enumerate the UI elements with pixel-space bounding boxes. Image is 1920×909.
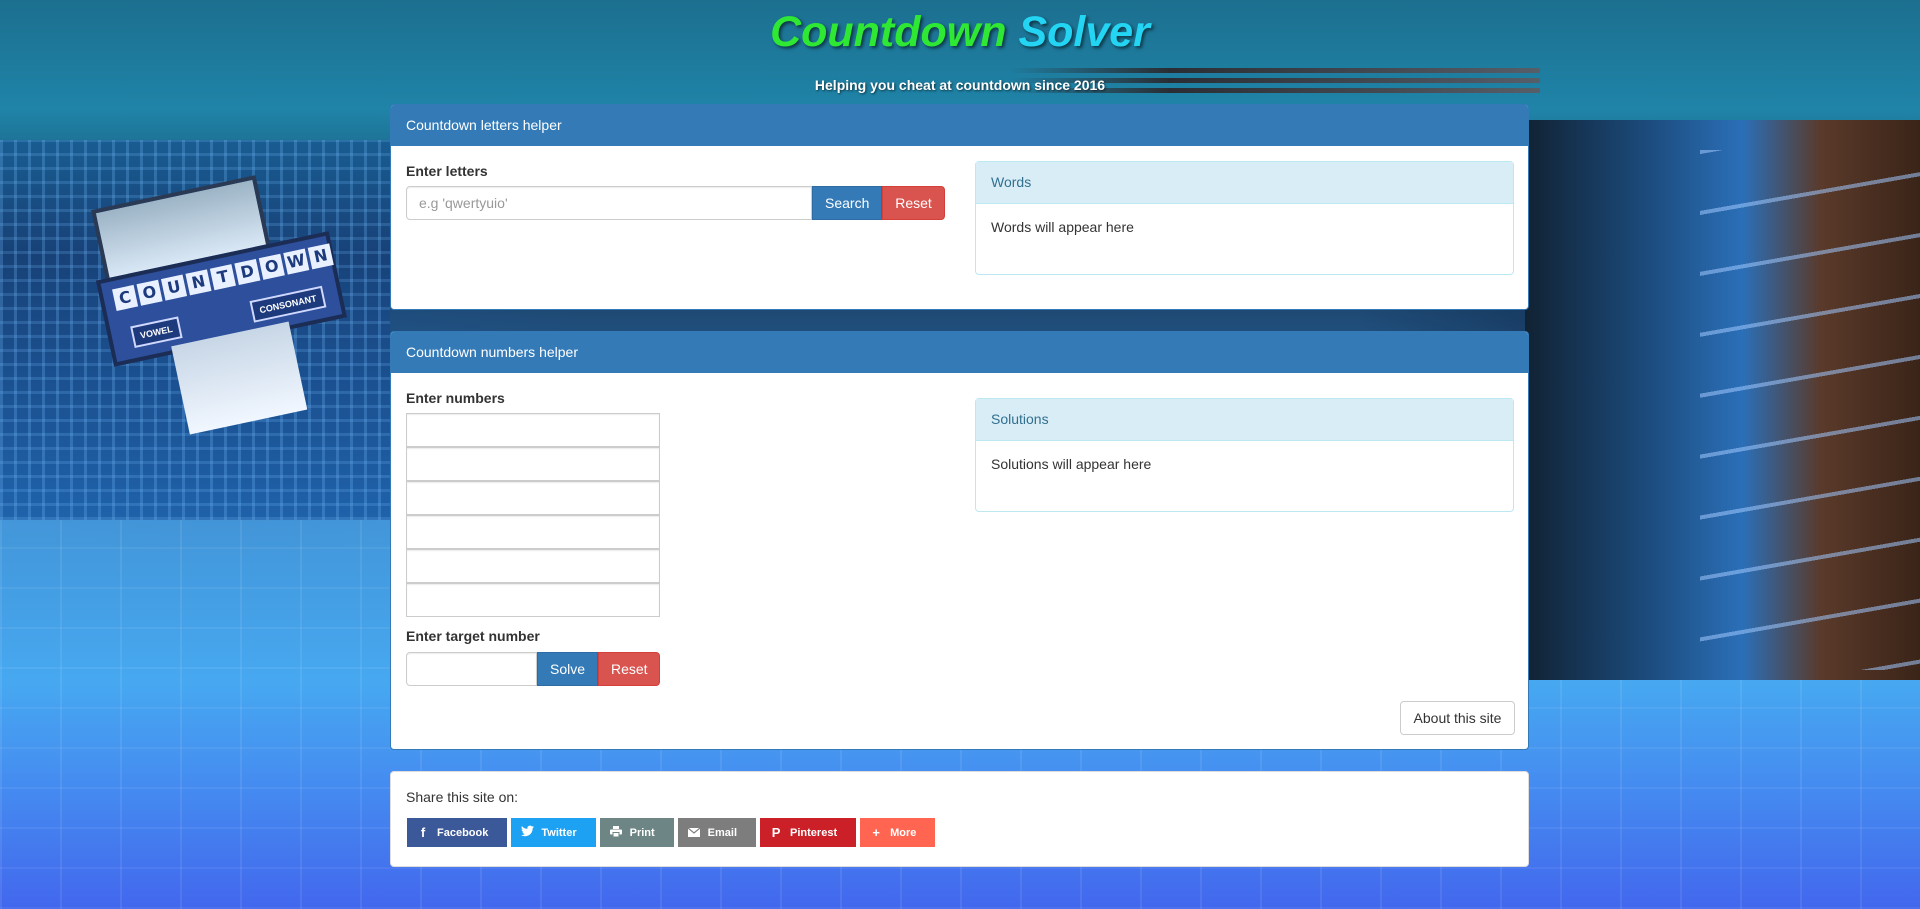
background-right-wall [1525, 120, 1920, 680]
target-label: Enter target number [406, 628, 540, 644]
solve-button[interactable]: Solve [537, 652, 598, 686]
site-title: Countdown Solver [0, 8, 1920, 57]
background-right-slats [1700, 150, 1920, 670]
target-input[interactable] [406, 652, 537, 686]
share-email-button[interactable]: Email [677, 818, 757, 847]
share-twitter-button[interactable]: Twitter [511, 818, 596, 847]
share-buttons: f Facebook Twitter Print Email P Pintere… [407, 818, 936, 847]
numbers-reset-button[interactable]: Reset [598, 652, 660, 686]
share-more-button[interactable]: + More [860, 818, 936, 847]
email-icon [687, 825, 701, 840]
words-heading: Words [976, 162, 1513, 204]
numbers-panel-heading: Countdown numbers helper [391, 332, 1528, 373]
plus-icon: + [872, 825, 880, 840]
share-print-button[interactable]: Print [599, 818, 674, 847]
twitter-icon [521, 825, 535, 840]
number-input-4[interactable] [406, 515, 660, 549]
number-input-1[interactable] [406, 413, 660, 447]
numbers-panel: Countdown numbers helper Enter numbers E… [390, 331, 1529, 750]
print-icon [609, 825, 622, 840]
background-podium: COUNTDOWN VOWEL CONSONANT [81, 162, 358, 435]
share-email-label: Email [707, 826, 738, 839]
share-twitter-label: Twitter [541, 826, 577, 839]
words-body: Words will appear here [991, 219, 1134, 235]
site-title-part2: Solver [1018, 8, 1150, 56]
share-panel: Share this site on: f Facebook Twitter P… [390, 771, 1529, 867]
share-facebook-button[interactable]: f Facebook [407, 818, 508, 847]
share-facebook-label: Facebook [437, 826, 489, 839]
site-header: Countdown Solver [0, 0, 1920, 57]
podium-consonant-label: CONSONANT [249, 285, 327, 323]
number-input-6[interactable] [406, 583, 660, 617]
number-input-2[interactable] [406, 447, 660, 481]
share-text: Share this site on: [406, 789, 519, 805]
search-button[interactable]: Search [812, 186, 882, 220]
site-tagline: Helping you cheat at countdown since 201… [814, 77, 1106, 93]
letters-panel: Countdown letters helper Enter letters S… [390, 104, 1529, 310]
numbers-label: Enter numbers [406, 390, 505, 406]
about-button[interactable]: About this site [1400, 701, 1515, 735]
number-input-3[interactable] [406, 481, 660, 515]
letters-reset-button[interactable]: Reset [882, 186, 945, 220]
share-pinterest-label: Pinterest [790, 826, 838, 839]
solutions-panel: Solutions Solutions will appear here [975, 398, 1514, 512]
share-pinterest-button[interactable]: P Pinterest [760, 818, 857, 847]
pinterest-icon: P [771, 825, 781, 840]
podium-vowel-label: VOWEL [130, 316, 183, 349]
facebook-icon: f [420, 825, 426, 840]
solutions-body: Solutions will appear here [991, 456, 1152, 472]
site-title-part1: Countdown [770, 8, 1007, 56]
background-left-wall [0, 140, 390, 520]
number-input-5[interactable] [406, 549, 660, 583]
podium-word: COUNTDOWN [112, 243, 334, 312]
share-print-label: Print [629, 826, 655, 839]
letters-label: Enter letters [406, 163, 488, 179]
share-more-label: More [890, 826, 917, 839]
letters-input[interactable] [406, 186, 812, 220]
solutions-heading: Solutions [976, 399, 1513, 441]
words-panel: Words Words will appear here [975, 161, 1514, 275]
letters-panel-heading: Countdown letters helper [391, 105, 1528, 146]
